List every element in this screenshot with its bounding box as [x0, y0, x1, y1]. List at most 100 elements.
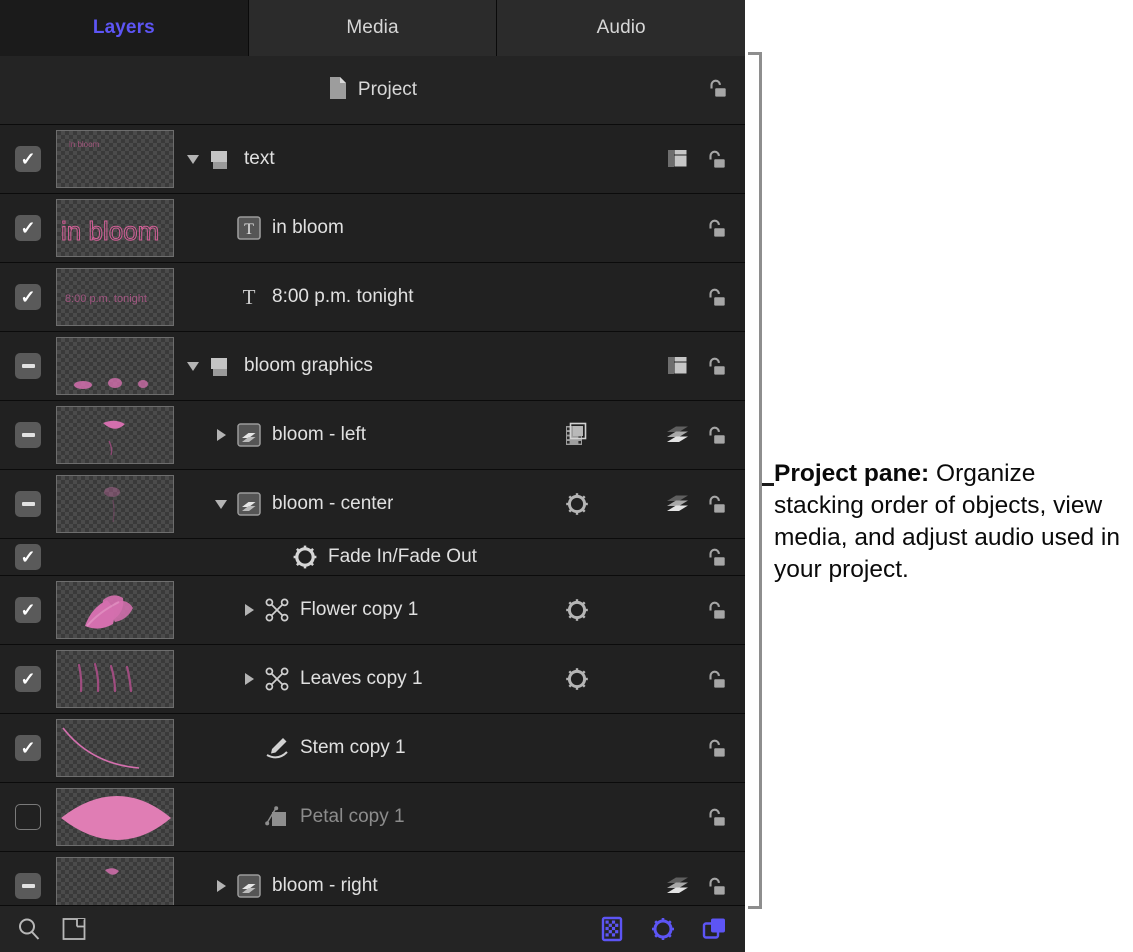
layer-thumbnail-cell [56, 650, 182, 708]
layer-thumbnail-cell [56, 581, 182, 639]
unlocked-padlock-icon[interactable] [701, 352, 729, 380]
layer-name-label: Flower copy 1 [294, 599, 418, 621]
svg-text:8:00 p.m. tonight: 8:00 p.m. tonight [65, 293, 147, 305]
layer-checkbox-mixed[interactable] [15, 873, 41, 899]
layout-panel-icon[interactable] [60, 915, 88, 943]
callout-text: Project pane: Organize stacking order of… [774, 458, 1126, 585]
layer-checkbox-checked[interactable]: ✓ [15, 597, 41, 623]
layer-checkbox-mixed[interactable] [15, 491, 41, 517]
gear-icon[interactable] [558, 490, 596, 518]
stacked-layers-icon[interactable] [664, 872, 692, 900]
layer-thumbnail [56, 406, 174, 464]
layer-name-cell: Leaves copy 1 [182, 666, 573, 692]
layer-name-label: bloom graphics [238, 355, 373, 377]
disclosure-triangle-open-icon[interactable] [210, 500, 232, 509]
layer-row[interactable]: bloom - left [0, 401, 745, 470]
layer-checkbox-unchecked[interactable] [15, 804, 41, 830]
layer-row[interactable]: ✓ Flower copy 1 [0, 576, 745, 645]
layer-name-label: Leaves copy 1 [294, 668, 423, 690]
disclosure-triangle-closed-icon[interactable] [210, 429, 232, 441]
layer-name-label: bloom - left [266, 424, 366, 446]
filmstrip-icon[interactable] [558, 422, 596, 448]
layer-name-label: Petal copy 1 [294, 806, 405, 828]
layer-row[interactable]: ✓ Leaves copy 1 [0, 645, 745, 714]
layer-thumbnail [56, 719, 174, 777]
layer-checkbox-checked[interactable]: ✓ [15, 666, 41, 692]
tab-media[interactable]: Media [249, 0, 498, 56]
tab-audio[interactable]: Audio [497, 0, 745, 56]
layer-thumbnail [56, 581, 174, 639]
layer-thumbnail [56, 475, 174, 533]
unlocked-padlock-icon[interactable] [701, 543, 729, 571]
stacked-layers-icon[interactable] [664, 490, 692, 518]
svg-text:in bloom: in bloom [61, 216, 159, 246]
disclosure-triangle-open-icon[interactable] [182, 362, 204, 371]
svg-text:in bloom: in bloom [69, 140, 100, 149]
unlocked-padlock-icon[interactable] [701, 145, 729, 173]
layer-name-cell: Tin bloom [182, 215, 573, 241]
document-icon [328, 76, 348, 105]
disclosure-triangle-closed-icon[interactable] [238, 673, 260, 685]
layer-thumbnail: in bloom [56, 130, 174, 188]
layer-row[interactable]: ✓ in bloom Tin bloom [0, 194, 745, 263]
gear-icon[interactable] [649, 915, 677, 943]
search-icon[interactable] [16, 916, 42, 942]
layer-row[interactable]: ✓8:00 p.m. tonightT8:00 p.m. tonight [0, 263, 745, 332]
group-icon [204, 147, 238, 171]
layer-row[interactable]: ✓Fade In/Fade Out [0, 539, 745, 576]
layer-thumbnail-cell: in bloom [56, 199, 182, 257]
unlocked-padlock-icon[interactable] [701, 803, 729, 831]
layer-row[interactable]: bloom - center [0, 470, 745, 539]
disclosure-triangle-closed-icon[interactable] [210, 880, 232, 892]
gear-icon[interactable] [558, 596, 596, 624]
layer-thumbnail [56, 650, 174, 708]
replicator-icon [232, 422, 266, 448]
unlocked-padlock-icon[interactable] [701, 214, 729, 242]
layer-thumbnail-cell: 8:00 p.m. tonight [56, 268, 182, 326]
stacked-layers-icon[interactable] [664, 421, 692, 449]
layer-row[interactable]: ✓ in bloom text [0, 125, 745, 194]
shape-points-icon [260, 597, 294, 623]
layer-row[interactable]: bloom graphics [0, 332, 745, 401]
layer-checkbox-checked[interactable]: ✓ [15, 544, 41, 570]
layer-enable-cell: ✓ [0, 544, 56, 570]
layer-enable-cell [0, 491, 56, 517]
unlocked-padlock-icon[interactable] [701, 490, 729, 518]
filled-shape-icon [260, 804, 294, 830]
layer-row[interactable]: ✓Stem copy 1 [0, 714, 745, 783]
unlocked-padlock-icon[interactable] [701, 872, 729, 900]
unlocked-padlock-icon[interactable] [701, 596, 729, 624]
project-root-row[interactable]: Project [0, 56, 745, 125]
unlocked-padlock-icon[interactable] [701, 734, 729, 762]
unlocked-padlock-icon[interactable] [703, 75, 729, 106]
layer-thumbnail-cell [56, 337, 182, 395]
layer-enable-cell [0, 422, 56, 448]
layer-right-icons [573, 803, 745, 831]
group-icon [204, 354, 238, 378]
mask-group-icon[interactable] [664, 352, 692, 380]
layer-name-cell: text [182, 147, 573, 171]
layer-enable-cell: ✓ [0, 284, 56, 310]
disclosure-triangle-open-icon[interactable] [182, 155, 204, 164]
layer-row[interactable]: Petal copy 1 [0, 783, 745, 852]
layer-name-cell: bloom - right [182, 873, 573, 899]
text-boxed-icon: T [232, 215, 266, 241]
mask-group-icon[interactable] [664, 145, 692, 173]
replicator-icon [232, 873, 266, 899]
layer-checkbox-checked[interactable]: ✓ [15, 146, 41, 172]
layers-stack-icon[interactable] [701, 915, 729, 943]
layer-checkbox-checked[interactable]: ✓ [15, 735, 41, 761]
layer-checkbox-mixed[interactable] [15, 353, 41, 379]
layer-checkbox-checked[interactable]: ✓ [15, 215, 41, 241]
unlocked-padlock-icon[interactable] [701, 421, 729, 449]
layer-right-icons [573, 283, 745, 311]
layer-checkbox-mixed[interactable] [15, 422, 41, 448]
disclosure-triangle-closed-icon[interactable] [238, 604, 260, 616]
tab-layers[interactable]: Layers [0, 0, 249, 56]
unlocked-padlock-icon[interactable] [701, 665, 729, 693]
layer-enable-cell: ✓ [0, 146, 56, 172]
checkerboard-icon[interactable] [599, 915, 625, 943]
unlocked-padlock-icon[interactable] [701, 283, 729, 311]
layer-checkbox-checked[interactable]: ✓ [15, 284, 41, 310]
gear-icon[interactable] [558, 665, 596, 693]
